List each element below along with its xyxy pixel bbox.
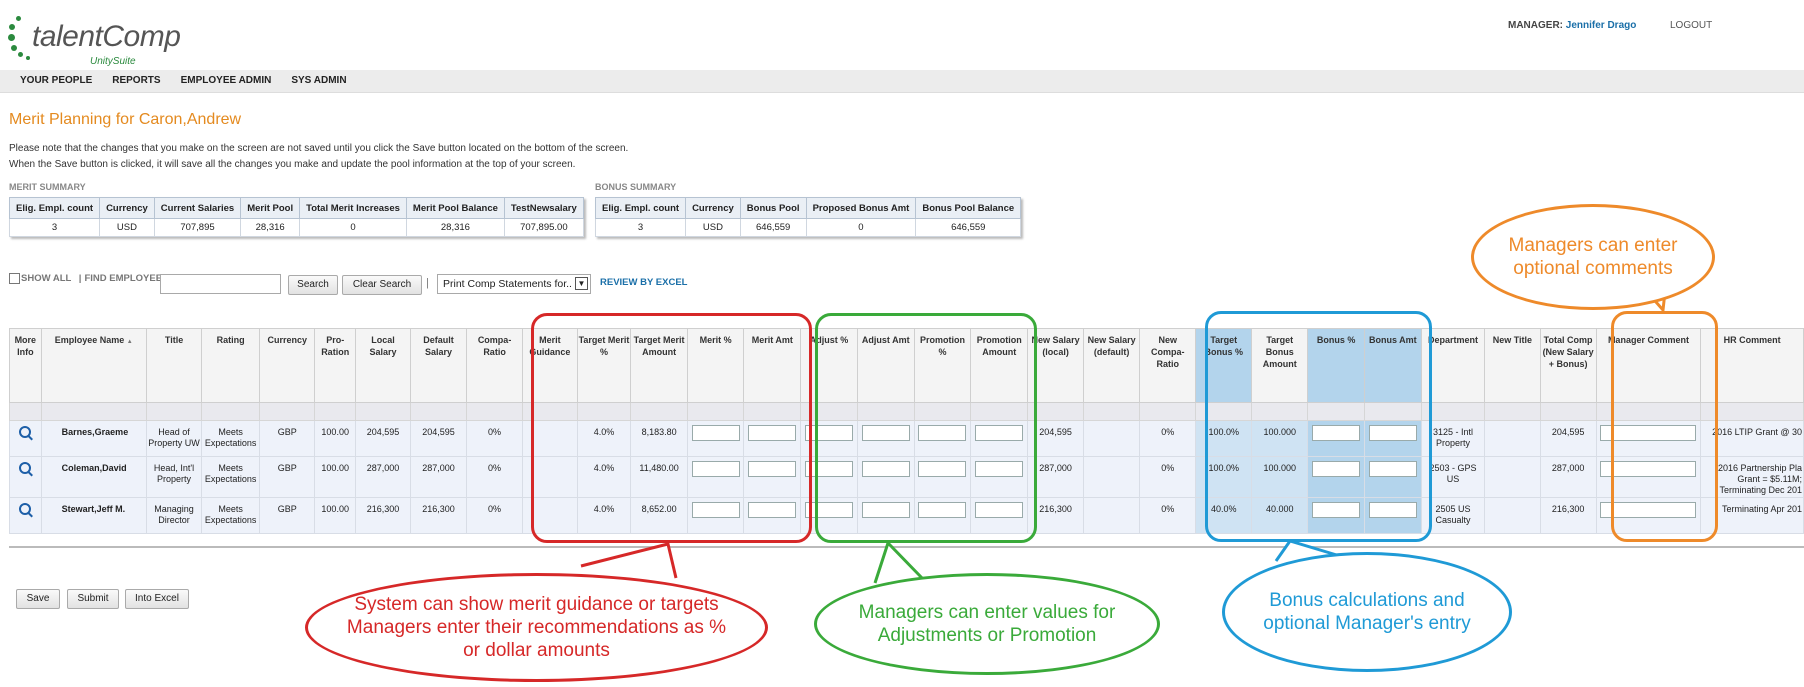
bonus-callout: Bonus calculations and optional Manager'… [1222,552,1512,672]
bonus-callout-text: Bonus calculations and optional Manager'… [1263,590,1471,634]
comment-callout-text: Managers can enter optional comments [1508,235,1678,279]
merit-callout: System can show merit guidance or target… [305,573,768,682]
adjust-callout: Managers can enter values for Adjustment… [814,573,1160,675]
comment-callout: Managers can enter optional comments [1471,204,1715,310]
adjust-callout-text: Managers can enter values for Adjustment… [858,602,1116,646]
merit-callout-text: System can show merit guidance or target… [346,594,727,661]
